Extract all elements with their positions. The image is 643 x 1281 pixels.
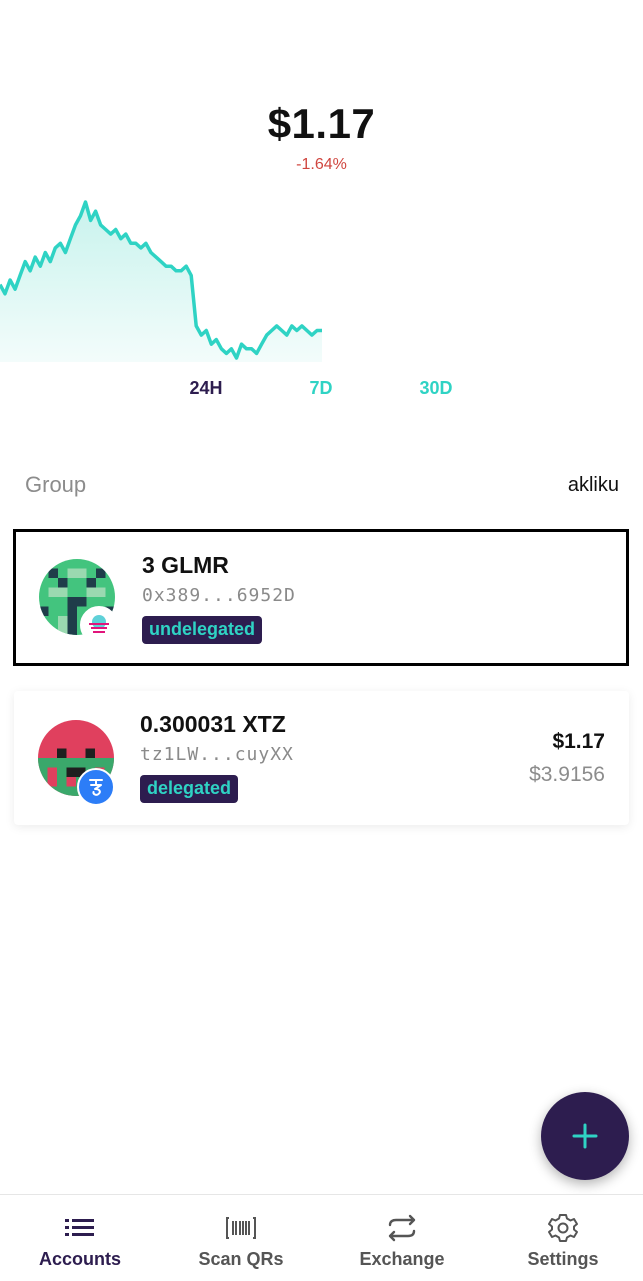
tab-accounts[interactable]: Accounts — [0, 1195, 160, 1281]
range-30d-button[interactable]: 30D — [406, 378, 466, 399]
group-name[interactable]: akliku — [568, 474, 619, 497]
group-label: Group — [25, 472, 87, 497]
account-card-glmr[interactable]: 3 GLMR 0x389...6952D undelegated — [13, 529, 629, 666]
chart-area — [0, 202, 322, 362]
account-balance: 3 GLMR — [142, 552, 229, 578]
tab-label: Exchange — [359, 1249, 445, 1269]
add-account-button[interactable] — [541, 1092, 629, 1180]
account-fiat-value: $1.17 — [552, 730, 605, 753]
gear-icon — [548, 1214, 578, 1242]
bottom-tab-bar: Accounts Scan QRs Exchange Settings — [0, 1194, 643, 1281]
account-address: tz1LW...cuyXX — [140, 744, 294, 765]
tezos-icon — [77, 768, 115, 806]
price-chart — [0, 200, 322, 362]
tab-label: Scan QRs — [198, 1249, 284, 1269]
tab-exchange[interactable]: Exchange — [322, 1195, 482, 1281]
account-address: 0x389...6952D — [142, 585, 296, 606]
delegation-status-badge: undelegated — [142, 616, 263, 644]
tab-scan-qrs[interactable]: Scan QRs — [161, 1195, 321, 1281]
balance-amount: $1.17 — [267, 100, 376, 147]
plus-icon — [572, 1123, 598, 1149]
account-card-xtz[interactable]: 0.300031 XTZ tz1LW...cuyXX delegated $1.… — [14, 691, 629, 825]
account-balance: 0.300031 XTZ — [140, 711, 286, 737]
range-24h-button[interactable]: 24H — [176, 378, 236, 399]
range-7d-button[interactable]: 7D — [291, 378, 351, 399]
list-icon — [65, 1219, 94, 1236]
barcode-icon — [226, 1217, 256, 1239]
group-row[interactable]: Group akliku — [25, 472, 619, 502]
token-price: $3.9156 — [529, 763, 605, 786]
tab-label: Settings — [527, 1249, 599, 1269]
exchange-icon — [388, 1214, 416, 1242]
time-range-selector: 24H 7D 30D — [0, 378, 643, 402]
balance-change: -1.64% — [296, 156, 347, 173]
moonbeam-icon — [80, 606, 118, 644]
portfolio-balance: $1.17 -1.64% — [0, 100, 643, 174]
delegation-status-badge: delegated — [140, 775, 239, 803]
tab-label: Accounts — [38, 1249, 121, 1269]
tab-settings[interactable]: Settings — [483, 1195, 643, 1281]
